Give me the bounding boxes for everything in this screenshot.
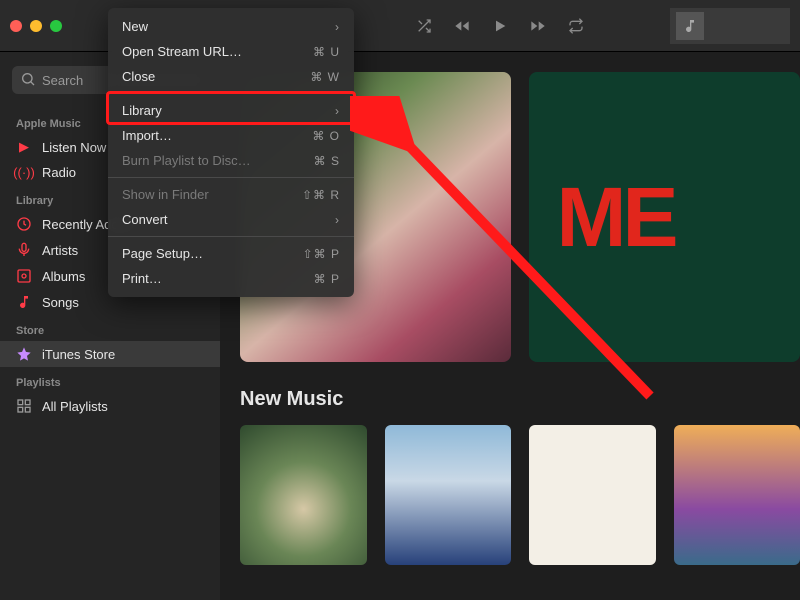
menu-item-label: Convert: [122, 212, 168, 227]
radio-icon: ((·)): [16, 165, 32, 180]
menu-shortcut: ⇧⌘ R: [302, 188, 340, 202]
window-controls: [10, 20, 62, 32]
menu-item-open-stream-url[interactable]: Open Stream URL… ⌘ U: [108, 39, 354, 64]
menu-shortcut: ⌘ O: [312, 129, 340, 143]
menu-item-show-in-finder: Show in Finder ⇧⌘ R: [108, 177, 354, 207]
sidebar-item-label: Albums: [42, 269, 85, 284]
menu-shortcut: ⌘ P: [314, 272, 340, 286]
playback-controls: [416, 18, 584, 34]
menu-item-label: New: [122, 19, 148, 34]
chevron-right-icon: ›: [335, 213, 340, 227]
microphone-icon: [16, 242, 32, 258]
menu-item-label: Show in Finder: [122, 187, 209, 202]
hero-album-2-text: ME: [557, 169, 675, 266]
album-thumb-4[interactable]: [674, 425, 800, 565]
menu-shortcut: ⌘ S: [314, 154, 340, 168]
play-icon[interactable]: [492, 18, 508, 34]
now-playing[interactable]: [670, 8, 790, 44]
next-track-icon[interactable]: [530, 18, 546, 34]
file-menu: New › Open Stream URL… ⌘ U Close ⌘ W Lib…: [108, 8, 354, 297]
menu-item-new[interactable]: New ›: [108, 14, 354, 39]
play-circle-icon: ▶: [16, 139, 32, 155]
hero-album-2[interactable]: ME: [529, 72, 800, 362]
previous-track-icon[interactable]: [454, 18, 470, 34]
fullscreen-window-button[interactable]: [50, 20, 62, 32]
menu-item-close[interactable]: Close ⌘ W: [108, 64, 354, 89]
menu-item-library[interactable]: Library ›: [108, 93, 354, 123]
shuffle-icon[interactable]: [416, 18, 432, 34]
menu-item-label: Open Stream URL…: [122, 44, 242, 59]
section-title-playlists: Playlists: [0, 367, 220, 393]
menu-item-convert[interactable]: Convert ›: [108, 207, 354, 232]
repeat-icon[interactable]: [568, 18, 584, 34]
sidebar-item-label: Artists: [42, 243, 78, 258]
menu-item-import[interactable]: Import… ⌘ O: [108, 123, 354, 148]
sidebar-item-label: Listen Now: [42, 140, 106, 155]
menu-shortcut: ⇧⌘ P: [303, 247, 340, 261]
album-thumb-1[interactable]: [240, 425, 367, 565]
menu-item-label: Import…: [122, 128, 172, 143]
album-thumb-3[interactable]: [529, 425, 656, 565]
menu-item-burn-playlist: Burn Playlist to Disc… ⌘ S: [108, 148, 354, 173]
chevron-right-icon: ›: [335, 104, 340, 118]
sidebar-item-label: All Playlists: [42, 399, 108, 414]
menu-item-label: Print…: [122, 271, 162, 286]
search-placeholder: Search: [42, 73, 83, 88]
menu-item-label: Page Setup…: [122, 246, 203, 261]
sidebar-item-all-playlists[interactable]: All Playlists: [0, 393, 220, 419]
sidebar-item-label: iTunes Store: [42, 347, 115, 362]
search-icon: [20, 71, 36, 90]
star-icon: [16, 346, 32, 362]
music-note-icon: [676, 12, 704, 40]
menu-item-print[interactable]: Print… ⌘ P: [108, 266, 354, 291]
close-window-button[interactable]: [10, 20, 22, 32]
clock-icon: [16, 216, 32, 232]
menu-shortcut: ⌘ W: [310, 70, 340, 84]
music-note-icon: [16, 294, 32, 310]
sidebar-item-label: Radio: [42, 165, 76, 180]
sidebar-item-label: Songs: [42, 295, 79, 310]
album-icon: [16, 268, 32, 284]
menu-shortcut: ⌘ U: [313, 45, 340, 59]
chevron-right-icon: ›: [335, 20, 340, 34]
menu-item-label: Burn Playlist to Disc…: [122, 153, 251, 168]
album-thumb-2[interactable]: [385, 425, 512, 565]
menu-item-label: Close: [122, 69, 155, 84]
section-heading-new-music: New Music: [240, 388, 800, 411]
minimize-window-button[interactable]: [30, 20, 42, 32]
grid-icon: [16, 398, 32, 414]
sidebar-item-itunes-store[interactable]: iTunes Store: [0, 341, 220, 367]
menu-item-page-setup[interactable]: Page Setup… ⇧⌘ P: [108, 236, 354, 266]
section-title-store: Store: [0, 315, 220, 341]
menu-item-label: Library: [122, 103, 162, 118]
